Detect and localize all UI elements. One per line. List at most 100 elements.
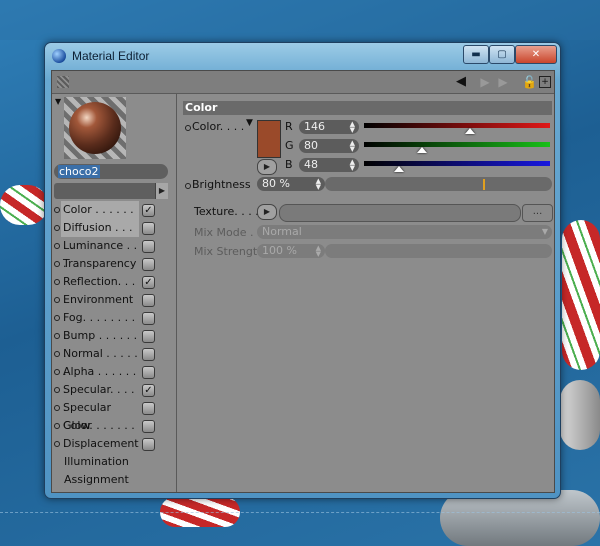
b-value-input[interactable]: 48 ▲ ▼: [299, 158, 359, 172]
brightness-anim-dot[interactable]: [185, 183, 191, 189]
title-bar[interactable]: Material Editor ▬ ▢ ✕: [45, 43, 560, 69]
channel-item[interactable]: Alpha . . . . . . .: [54, 363, 172, 396]
channel-checkbox[interactable]: ✓: [142, 276, 155, 289]
channel-item[interactable]: Environment: [54, 291, 172, 309]
channel-checkbox[interactable]: ✓: [142, 384, 155, 397]
channel-dot-icon: [54, 207, 60, 213]
panel-item-label: Assignment: [64, 473, 129, 486]
channel-item[interactable]: Bump . . . . . . .: [54, 327, 172, 360]
color-label: Color. . . .: [192, 120, 245, 133]
mix-mode-value: Normal: [262, 225, 302, 238]
channel-item[interactable]: Reflection. . . . . ✓: [54, 273, 172, 306]
channel-checkbox[interactable]: [142, 348, 155, 361]
texture-field[interactable]: [279, 204, 521, 222]
channel-item[interactable]: Glow. . . . . . . .: [54, 417, 172, 450]
channel-checkbox[interactable]: ✓: [142, 204, 155, 217]
color-anim-dot[interactable]: [185, 125, 191, 131]
channel-item[interactable]: Diffusion . . . . .: [54, 219, 172, 252]
lock-icon[interactable]: 🔓: [522, 75, 537, 89]
panel-item[interactable]: Assignment: [54, 471, 172, 489]
channel-checkbox[interactable]: [142, 402, 155, 415]
channel-dot-icon: [54, 351, 60, 357]
minimize-button[interactable]: ▬: [463, 45, 489, 64]
channel-dot-icon: [54, 387, 60, 393]
channel-dot-icon: [54, 441, 60, 447]
g-value-input[interactable]: 80 ▲ ▼: [299, 139, 359, 153]
preview-menu-arrow-icon[interactable]: ▼: [55, 97, 61, 106]
r-slider[interactable]: [364, 123, 550, 128]
channel-checkbox[interactable]: [142, 420, 155, 433]
channel-item[interactable]: Specular Color: [54, 399, 172, 432]
maximize-button[interactable]: ▢: [489, 45, 515, 64]
channel-dot-icon: [54, 333, 60, 339]
channel-checkbox[interactable]: [142, 240, 155, 253]
desktop-background-stripe: [0, 0, 600, 40]
candy-cane-left-decoration: [0, 185, 48, 225]
channel-dot-icon: [54, 225, 60, 231]
channel-item[interactable]: Specular. . . . . ✓: [54, 381, 172, 414]
channel-dot-icon: [54, 261, 60, 267]
b-slider-handle[interactable]: [394, 166, 405, 173]
r-spinner-icon[interactable]: ▲ ▼: [350, 121, 355, 134]
texture-browse-button[interactable]: ...: [522, 204, 553, 222]
color-picker-button[interactable]: ▶: [257, 159, 277, 175]
channel-dot-icon: [54, 315, 60, 321]
material-sphere-preview: [69, 102, 121, 154]
grip-icon[interactable]: [57, 76, 69, 88]
brightness-value-input[interactable]: 80 % ▲ ▼: [257, 177, 325, 191]
channel-item[interactable]: Color . . . . . . . ✓: [54, 201, 172, 237]
channel-item[interactable]: Luminance . . .: [54, 237, 172, 270]
channel-checkbox[interactable]: [142, 312, 155, 325]
material-name-input[interactable]: choco2: [54, 164, 168, 179]
brightness-label: Brightness: [192, 178, 251, 191]
color-menu-arrow-icon[interactable]: ▼: [246, 118, 253, 128]
forward-arrow-icon: ▶: [480, 75, 490, 89]
selector-arrow-icon[interactable]: ▶: [155, 183, 168, 199]
brightness-spinner-icon[interactable]: ▲ ▼: [316, 178, 321, 191]
brightness-slider[interactable]: [325, 177, 552, 191]
r-value-input[interactable]: 146 ▲ ▼: [299, 120, 359, 134]
channel-checkbox[interactable]: [142, 294, 155, 307]
r-slider-handle[interactable]: [465, 128, 476, 135]
mix-strength-slider[interactable]: [325, 244, 552, 258]
app-sphere-icon: [52, 49, 66, 63]
channel-checkbox[interactable]: [142, 438, 155, 451]
selection-dashed-line: [0, 512, 600, 513]
channel-label: Displacement: [63, 437, 139, 450]
mix-strength-input[interactable]: 100 % ▲ ▼: [257, 244, 325, 258]
panel-item[interactable]: Illumination: [54, 453, 172, 471]
channel-item[interactable]: Transparency: [54, 255, 172, 273]
forward-arrow-secondary-icon: ▶: [498, 75, 508, 89]
b-spinner-icon[interactable]: ▲ ▼: [350, 159, 355, 172]
b-slider[interactable]: [364, 161, 550, 166]
g-slider[interactable]: [364, 142, 550, 147]
material-preview[interactable]: [64, 97, 126, 159]
mix-strength-spinner-icon[interactable]: ▲ ▼: [316, 245, 321, 258]
back-arrow-icon[interactable]: ◀: [454, 75, 468, 89]
r-value: 146: [304, 120, 325, 133]
gray-tube-right-decoration: [560, 380, 600, 450]
channel-checkbox[interactable]: [142, 330, 155, 343]
g-slider-handle[interactable]: [416, 147, 427, 154]
b-label: B: [285, 158, 293, 171]
g-spinner-icon[interactable]: ▲ ▼: [350, 140, 355, 153]
channel-checkbox[interactable]: [142, 366, 155, 379]
channel-checkbox[interactable]: [142, 258, 155, 271]
channel-label: Transparency: [63, 257, 137, 270]
close-button[interactable]: ✕: [515, 45, 557, 64]
channel-item[interactable]: Normal . . . . . .: [54, 345, 172, 378]
channel-item[interactable]: Displacement: [54, 435, 172, 453]
new-window-icon[interactable]: +: [539, 76, 551, 88]
channel-dot-icon: [54, 297, 60, 303]
b-value: 48: [304, 158, 318, 171]
texture-menu-button[interactable]: ▶: [257, 204, 277, 220]
editor-client-area: ◀ ▶ ▶ 🔓 + ▼ choco2 ▶ Color . . . . . . .…: [51, 70, 555, 493]
channel-checkbox[interactable]: [142, 222, 155, 235]
section-title: Color: [183, 101, 552, 115]
material-selector-bar[interactable]: ▶: [54, 183, 168, 199]
brightness-slider-handle[interactable]: [482, 179, 485, 190]
mix-mode-select[interactable]: Normal ▼: [257, 225, 552, 239]
texture-label: Texture. . . .: [194, 205, 259, 218]
color-swatch[interactable]: [257, 120, 281, 158]
channel-item[interactable]: Fog. . . . . . . . .: [54, 309, 172, 342]
